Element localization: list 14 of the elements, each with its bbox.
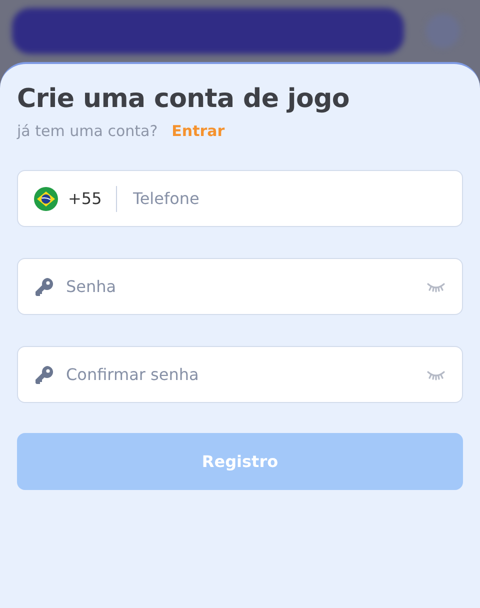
phone-field[interactable]: +55 Telefone xyxy=(17,170,463,227)
closed-eye-icon[interactable] xyxy=(426,368,446,380)
password-field[interactable]: Senha xyxy=(17,258,463,315)
password-input[interactable]: Senha xyxy=(64,276,416,297)
closed-eye-icon[interactable] xyxy=(426,280,446,292)
phone-input[interactable]: Telefone xyxy=(130,188,446,209)
brazil-flag-icon xyxy=(34,186,58,210)
form-title: Crie uma conta de jogo xyxy=(17,84,350,114)
country-code[interactable]: +55 xyxy=(68,189,102,208)
key-icon xyxy=(34,276,54,296)
password-input[interactable]: Confirmar senha xyxy=(64,364,416,385)
login-prompt: já tem uma conta? xyxy=(17,122,158,140)
password-field[interactable]: Confirmar senha xyxy=(17,346,463,403)
key-icon xyxy=(34,364,54,384)
